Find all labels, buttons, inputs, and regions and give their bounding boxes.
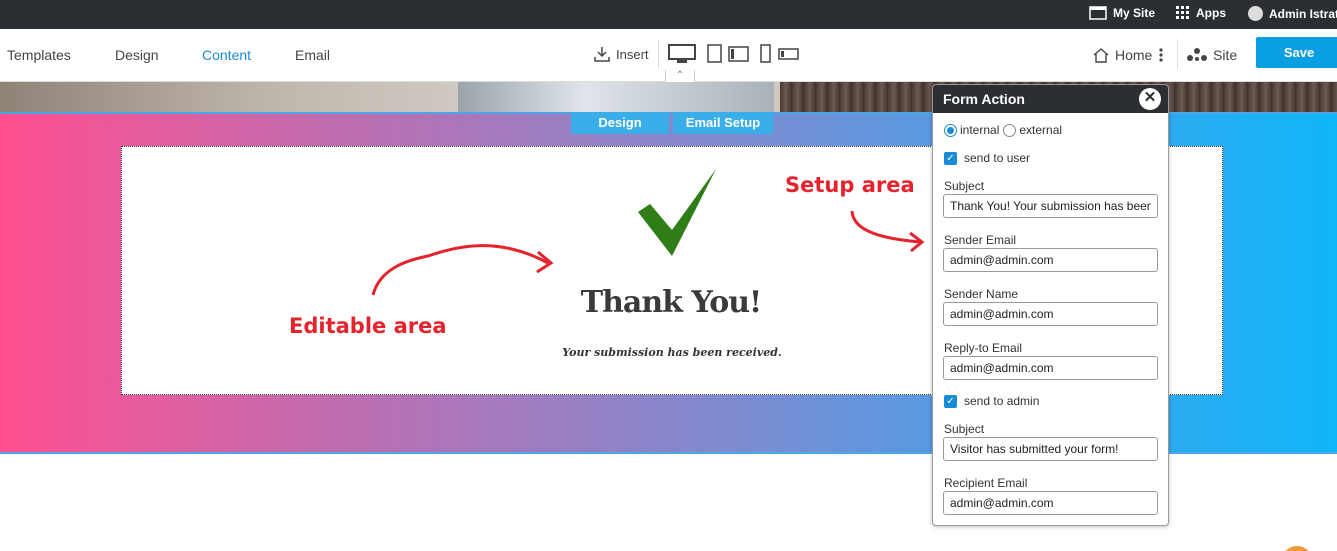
grid-icon: [1176, 6, 1189, 19]
submission-received-text: Your submission has been received.: [562, 346, 782, 359]
panel-header: Form Action ✕: [933, 85, 1168, 113]
save-button[interactable]: Save: [1256, 37, 1337, 68]
desktop-view-icon[interactable]: [668, 44, 696, 64]
sender-email-input[interactable]: [943, 248, 1158, 272]
user-subject-input[interactable]: [943, 194, 1158, 218]
apps-label: Apps: [1196, 6, 1226, 20]
user-menu[interactable]: Admin Istrato: [1248, 6, 1337, 21]
sender-name-label: Sender Name: [944, 287, 1019, 301]
editable-arrow: [371, 244, 554, 296]
header-image-center: [458, 82, 774, 112]
thank-you-heading: Thank You!: [580, 285, 762, 320]
checkmark-icon: [638, 169, 716, 256]
sitemap-icon: [1187, 48, 1207, 61]
chevron-up-icon: ⌃: [675, 70, 685, 81]
section-tab-email-setup[interactable]: Email Setup: [673, 112, 773, 134]
admin-subject-label: Subject: [944, 422, 985, 436]
tab-templates[interactable]: Templates: [7, 47, 71, 63]
tab-email[interactable]: Email: [295, 47, 330, 63]
recipient-email-label: Recipient Email: [944, 476, 1028, 490]
more-vertical-icon[interactable]: [1158, 48, 1164, 62]
divider: [1177, 39, 1178, 69]
my-site-link[interactable]: My Site: [1089, 6, 1155, 20]
radio-external-label: external: [1019, 123, 1063, 137]
radio-internal-label: internal: [960, 123, 1000, 137]
send-to-user-checkbox[interactable]: ✓: [944, 151, 957, 165]
sender-name-input[interactable]: [943, 302, 1158, 326]
reply-to-email-input[interactable]: [943, 356, 1158, 380]
help-chat-button[interactable]: [1281, 546, 1313, 551]
download-icon: [594, 47, 610, 62]
tab-content[interactable]: Content: [202, 47, 251, 63]
site-label: Site: [1213, 47, 1238, 63]
send-to-admin-row: ✓ send to admin: [944, 394, 1039, 408]
browser-window-icon: [1089, 6, 1107, 20]
send-to-admin-checkbox[interactable]: ✓: [944, 394, 957, 408]
my-site-label: My Site: [1113, 6, 1156, 20]
admin-subject-input[interactable]: [943, 437, 1158, 461]
radio-external[interactable]: [1003, 123, 1017, 137]
divider: [658, 39, 659, 69]
top-bar: My Site Apps Admin Istrato: [0, 0, 1337, 29]
user-name: Admin Istrato: [1269, 6, 1337, 21]
apps-link[interactable]: Apps: [1176, 6, 1226, 20]
tab-design[interactable]: Design: [115, 47, 159, 63]
insert-label: Insert: [616, 46, 649, 62]
home-label: Home: [1115, 47, 1153, 63]
close-icon: ✕: [1143, 89, 1157, 106]
editable-area-annotation: Editable area: [289, 314, 447, 338]
radio-internal[interactable]: [944, 123, 957, 137]
sender-email-label: Sender Email: [944, 233, 1017, 247]
home-icon: [1093, 47, 1109, 63]
home-page-selector[interactable]: Home: [1093, 47, 1164, 63]
form-action-panel: Form Action ✕ internal external ✓ send t…: [932, 84, 1169, 526]
recipient-email-input[interactable]: [943, 491, 1158, 515]
site-button[interactable]: Site: [1187, 47, 1237, 63]
mobile-view-icon[interactable]: [760, 44, 800, 64]
setup-area-annotation: Setup area: [785, 173, 915, 197]
send-to-user-row: ✓ send to user: [944, 151, 1030, 165]
close-panel-button[interactable]: ✕: [1139, 88, 1161, 110]
user-subject-label: Subject: [944, 179, 985, 193]
section-tab-design[interactable]: Design: [571, 112, 669, 134]
avatar: [1248, 6, 1263, 21]
reply-to-email-label: Reply-to Email: [944, 341, 1023, 355]
insert-button[interactable]: Insert: [594, 46, 649, 62]
tablet-view-icon[interactable]: [707, 44, 749, 64]
send-to-admin-label: send to admin: [964, 394, 1040, 408]
action-type-radios: internal external: [944, 123, 1062, 137]
send-to-user-label: send to user: [964, 151, 1031, 165]
setup-arrow: [850, 210, 925, 253]
panel-title: Form Action: [943, 91, 1025, 107]
